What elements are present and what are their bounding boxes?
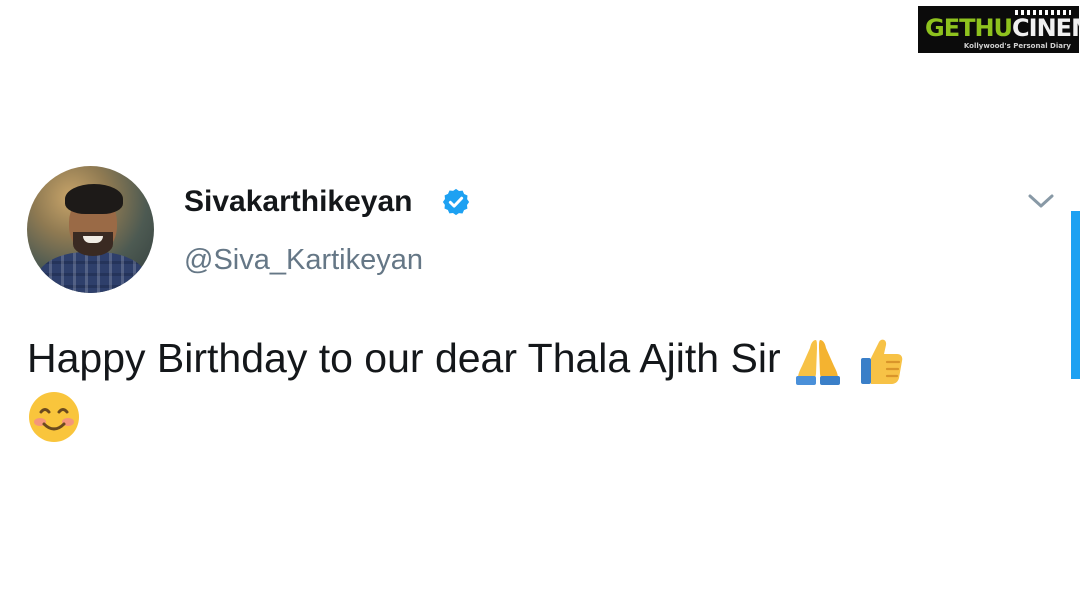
tweet-text: Happy Birthday to our dear Thala Ajith S… (27, 332, 1027, 446)
avatar-shirt (37, 252, 147, 293)
watermark-brand: GETHUCINEMA (925, 15, 1080, 41)
watermark-logo: GETHUCINEMA Kollywood's Personal Diary (918, 6, 1080, 53)
tweet-body: Happy Birthday to our dear Thala Ajith S… (27, 335, 781, 381)
display-name[interactable]: Sivakarthikeyan (184, 183, 412, 221)
smiling-face-icon (29, 392, 79, 443)
watermark-brand-green: GETHU (925, 14, 1013, 42)
watermark-brand-white: CINEMA (1012, 14, 1080, 42)
folded-hands-icon (796, 340, 841, 386)
verified-badge-icon (442, 188, 470, 216)
avatar-hair (65, 184, 123, 214)
watermark-tagline: Kollywood's Personal Diary (963, 42, 1071, 50)
thumbs-up-icon (861, 339, 903, 385)
user-handle[interactable]: @Siva_Kartikeyan (184, 242, 423, 278)
chevron-down-icon[interactable] (1027, 190, 1055, 212)
scrollbar[interactable] (1071, 211, 1080, 379)
avatar[interactable] (27, 166, 154, 293)
